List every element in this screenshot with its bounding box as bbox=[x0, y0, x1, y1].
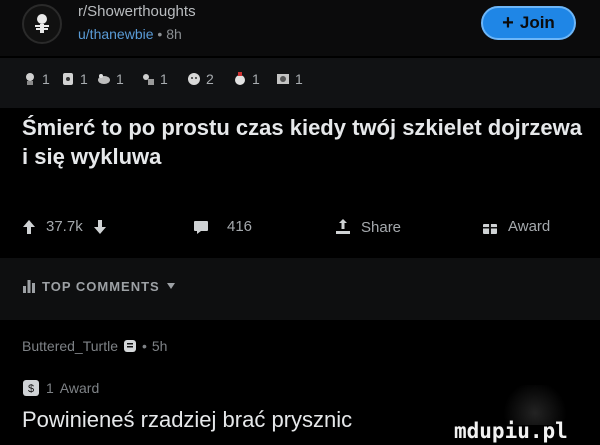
share-button[interactable]: Share bbox=[335, 218, 401, 236]
award-badge-icon: $ bbox=[23, 380, 39, 396]
comment-meta: Buttered_Turtle • 5h bbox=[22, 338, 167, 354]
award-count: 1 bbox=[160, 71, 168, 87]
award-icon-2 bbox=[63, 73, 73, 85]
award-count: 1 bbox=[80, 71, 88, 87]
downvote-icon[interactable] bbox=[93, 219, 107, 235]
comments-button[interactable]: 416 bbox=[193, 218, 252, 235]
post-meta: u/thanewbie • 8h bbox=[78, 26, 182, 42]
flair-icon bbox=[123, 340, 136, 352]
sort-dropdown[interactable]: TOP COMMENTS bbox=[22, 278, 176, 294]
join-label: Join bbox=[519, 13, 555, 32]
award-item[interactable]: 2 bbox=[186, 71, 214, 87]
award-item[interactable]: 1 bbox=[22, 71, 50, 87]
vote-count: 37.7k bbox=[46, 218, 83, 235]
vote-control: 37.7k bbox=[22, 218, 107, 235]
bar-chart-icon bbox=[23, 280, 35, 293]
award-item[interactable]: 1 bbox=[96, 71, 124, 87]
award-item[interactable]: 1 bbox=[275, 71, 303, 87]
comment-age: 5h bbox=[151, 338, 168, 354]
meta-separator: • bbox=[141, 338, 147, 354]
share-label: Share bbox=[361, 218, 402, 236]
award-count: 1 bbox=[42, 71, 50, 87]
award-icon-7 bbox=[277, 74, 289, 84]
award-count: 2 bbox=[206, 71, 214, 87]
post-title[interactable]: Śmierć to po prostu czas kiedy twój szki… bbox=[22, 113, 582, 171]
join-button[interactable]: + Join bbox=[481, 6, 576, 40]
comment-award-label: Award bbox=[59, 380, 100, 396]
award-item[interactable]: 1 bbox=[232, 71, 260, 87]
share-icon bbox=[336, 219, 350, 234]
award-button[interactable]: Award bbox=[482, 218, 550, 235]
award-icon-1 bbox=[26, 73, 34, 85]
post-age: 8h bbox=[166, 26, 182, 42]
award-icon-4 bbox=[143, 74, 154, 85]
award-icon-5 bbox=[188, 73, 200, 85]
post-actions: 37.7k 416 Share Award bbox=[0, 204, 600, 254]
award-icon-6 bbox=[235, 72, 245, 85]
award-count: 1 bbox=[252, 71, 260, 87]
subreddit-avatar[interactable] bbox=[22, 4, 62, 44]
post-author[interactable]: u/thanewbie bbox=[78, 26, 154, 42]
svg-text:$: $ bbox=[28, 383, 34, 395]
award-count: 1 bbox=[295, 71, 303, 87]
awards-row: 1 1 1 1 2 1 1 bbox=[0, 58, 600, 108]
chevron-down-icon bbox=[166, 283, 175, 289]
comment-sort-bar: TOP COMMENTS bbox=[0, 258, 600, 320]
comment-author[interactable]: Buttered_Turtle bbox=[22, 338, 118, 354]
award-icon-3 bbox=[98, 74, 110, 84]
comment-count: 416 bbox=[227, 218, 253, 235]
meta-separator: • bbox=[157, 26, 163, 42]
sort-label: TOP COMMENTS bbox=[42, 278, 160, 294]
skeleton-icon bbox=[35, 14, 49, 33]
watermark-logo: mdupiu.pl bbox=[454, 419, 568, 443]
subreddit-name[interactable]: r/Showerthoughts bbox=[78, 3, 196, 20]
comment-award: $ 1 Award bbox=[22, 379, 99, 397]
award-label: Award bbox=[508, 218, 551, 235]
comment-award-count: 1 bbox=[46, 380, 54, 396]
post-header: r/Showerthoughts u/thanewbie • 8h + Join bbox=[0, 0, 600, 56]
upvote-icon[interactable] bbox=[22, 219, 36, 235]
award-item[interactable]: 1 bbox=[60, 71, 88, 87]
plus-icon: + bbox=[502, 12, 514, 34]
comment-body: Powinieneś rzadziej brać prysznic bbox=[22, 407, 353, 432]
award-count: 1 bbox=[116, 71, 124, 87]
gift-icon bbox=[483, 223, 497, 234]
comment-icon bbox=[194, 220, 208, 234]
award-item[interactable]: 1 bbox=[140, 71, 168, 87]
